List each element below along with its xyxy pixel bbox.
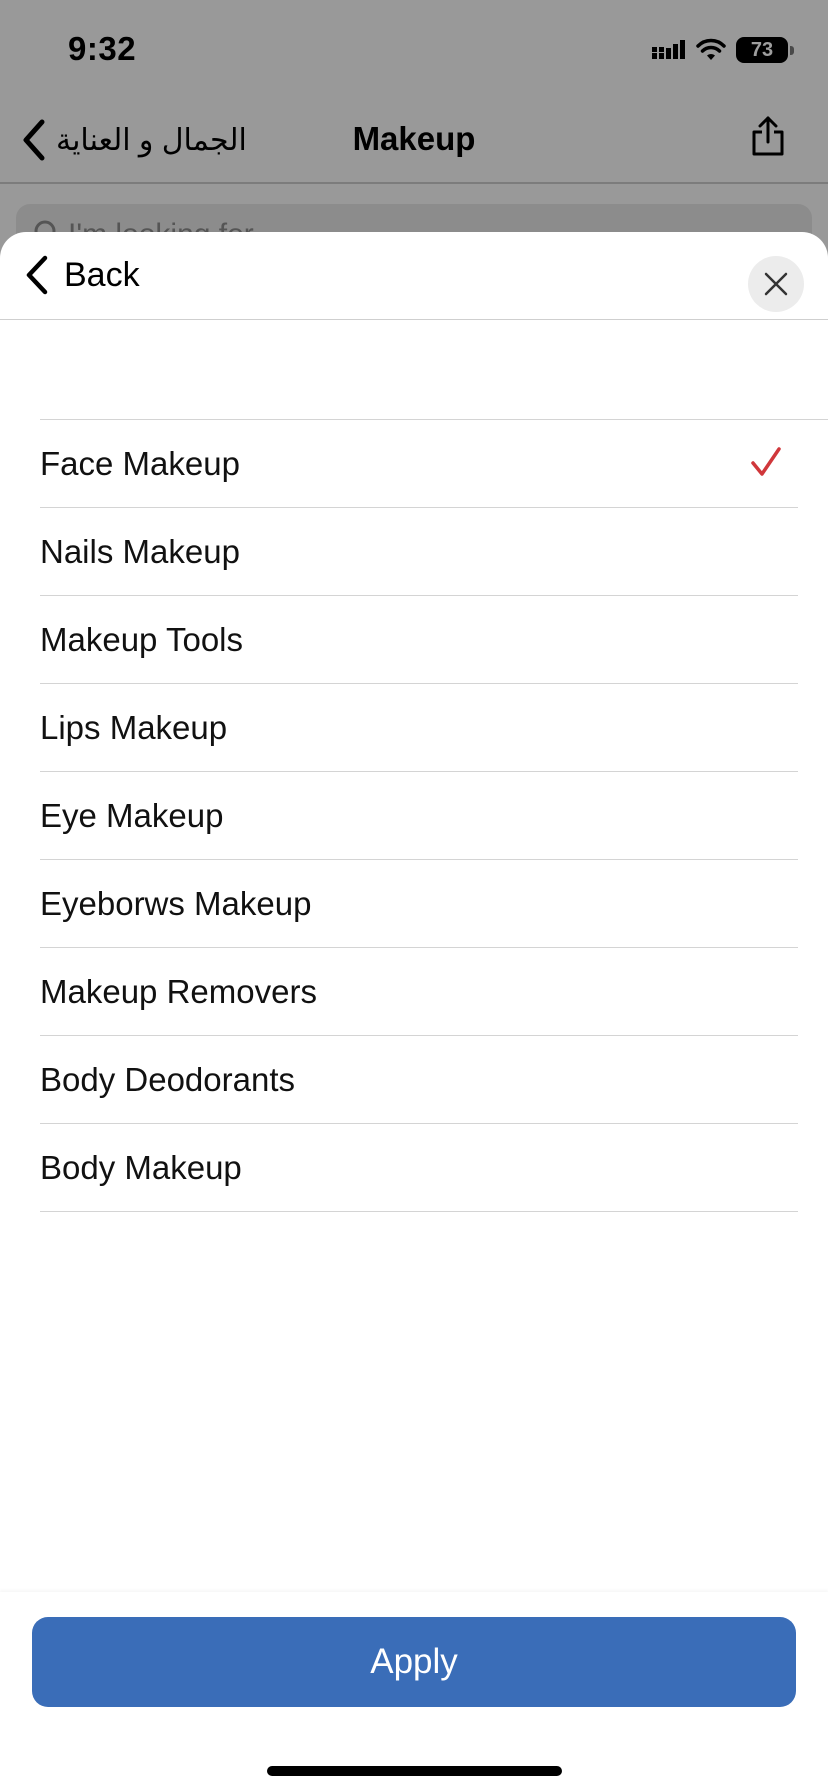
list-item-label: Eye Makeup bbox=[40, 796, 224, 834]
list-item[interactable]: Eye Makeup bbox=[40, 772, 798, 860]
list-item[interactable]: Face Makeup bbox=[40, 420, 798, 508]
close-icon bbox=[764, 272, 788, 296]
list-item-label: Body Deodorants bbox=[40, 1060, 295, 1098]
list-item-label: Lips Makeup bbox=[40, 708, 228, 746]
sheet-back-button[interactable]: Back bbox=[24, 254, 140, 296]
apply-button[interactable]: Apply bbox=[32, 1617, 796, 1707]
checkmark-icon bbox=[751, 447, 781, 476]
category-list: Face Makeup Nails Makeup Makeup Tools Lips … bbox=[40, 419, 798, 1212]
home-indicator bbox=[267, 1766, 562, 1776]
list-item-label: Makeup Removers bbox=[40, 972, 317, 1010]
list-item-label: Nails Makeup bbox=[40, 532, 240, 570]
list-item[interactable]: Makeup Tools bbox=[40, 596, 798, 684]
list-item-label: Body Makeup bbox=[40, 1148, 242, 1186]
list-item[interactable]: Body Deodorants bbox=[40, 1036, 798, 1124]
list-item[interactable]: Makeup Removers bbox=[40, 948, 798, 1036]
list-item[interactable]: Body Makeup bbox=[40, 1124, 798, 1212]
filter-sheet: Back Face Makeup Nails Makeup Makeup Tools… bbox=[0, 232, 828, 1792]
close-button[interactable] bbox=[748, 256, 804, 312]
sheet-footer: Apply bbox=[0, 1592, 828, 1792]
list-item-label: Makeup Tools bbox=[40, 620, 244, 658]
list-item[interactable]: Eyeborws Makeup bbox=[40, 860, 798, 948]
list-item-label: Eyeborws Makeup bbox=[40, 884, 312, 922]
list-item[interactable]: Lips Makeup bbox=[40, 684, 798, 772]
sheet-back-label: Back bbox=[64, 255, 140, 294]
list-item-label: Face Makeup bbox=[40, 444, 240, 482]
sheet-header: Back bbox=[0, 232, 828, 320]
screen: 9:32 73 الجمال و العناية Makeup Back Fac… bbox=[0, 0, 828, 1792]
list-item[interactable]: Nails Makeup bbox=[40, 508, 798, 596]
chevron-left-icon bbox=[26, 255, 48, 295]
